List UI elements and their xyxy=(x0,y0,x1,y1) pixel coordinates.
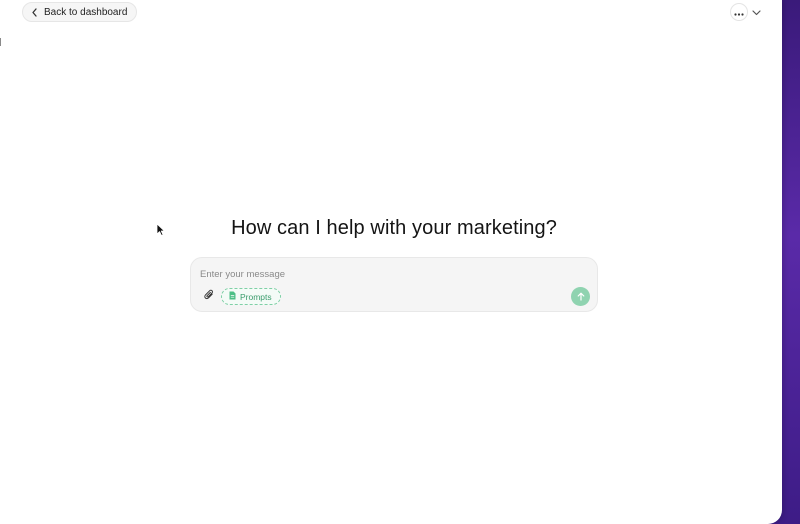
send-button[interactable] xyxy=(571,287,590,306)
more-options-button[interactable] xyxy=(730,3,748,21)
prompts-label: Prompts xyxy=(240,291,272,302)
attach-file-button[interactable] xyxy=(202,288,216,306)
chevron-left-icon xyxy=(31,7,38,17)
edge-marker xyxy=(0,38,1,46)
prompts-button[interactable]: Prompts xyxy=(221,288,281,305)
arrow-up-icon xyxy=(577,288,585,306)
back-button-label: Back to dashboard xyxy=(44,6,128,18)
message-input[interactable] xyxy=(200,266,570,282)
message-composer: Prompts xyxy=(190,257,598,312)
chat-panel: Back to dashboard How can I help with yo… xyxy=(0,0,782,524)
document-icon xyxy=(229,291,236,302)
back-to-dashboard-button[interactable]: Back to dashboard xyxy=(22,2,138,22)
paperclip-icon xyxy=(203,288,215,306)
expand-menu-button[interactable] xyxy=(750,5,763,18)
more-horizontal-icon xyxy=(734,3,744,21)
page-title: How can I help with your marketing? xyxy=(231,217,557,239)
chevron-down-icon xyxy=(752,3,761,21)
